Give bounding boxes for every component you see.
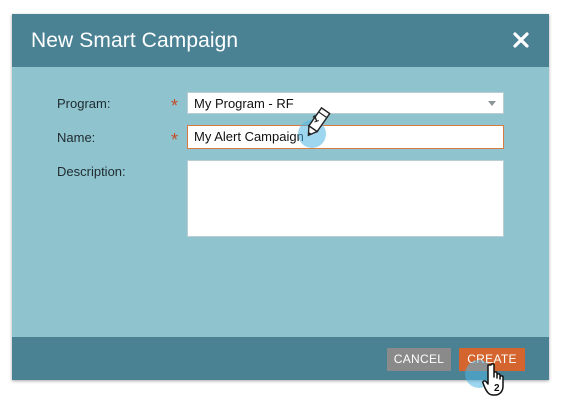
description-textarea[interactable] [187,160,504,237]
name-input-value: My Alert Campaign [194,129,304,144]
chevron-down-icon [488,101,496,106]
dialog-header: New Smart Campaign [12,14,549,67]
close-button[interactable] [510,29,532,51]
program-required-mark: * [171,96,179,116]
program-select[interactable]: My Program - RF [187,92,504,114]
page: New Smart Campaign Program: * My Program… [0,0,564,415]
name-label: Name: [57,130,96,145]
program-label: Program: [57,96,111,111]
new-smart-campaign-dialog: New Smart Campaign Program: * My Program… [12,14,549,380]
hand-cursor-icon [482,363,504,396]
description-label: Description: [57,164,126,179]
close-icon [513,32,529,48]
name-required-mark: * [171,130,179,150]
dialog-title: New Smart Campaign [31,29,239,52]
step-2-number: 2 [494,383,500,394]
program-select-value: My Program - RF [194,96,294,111]
name-input[interactable]: My Alert Campaign [187,125,504,149]
cancel-button[interactable]: CANCEL [387,348,451,371]
